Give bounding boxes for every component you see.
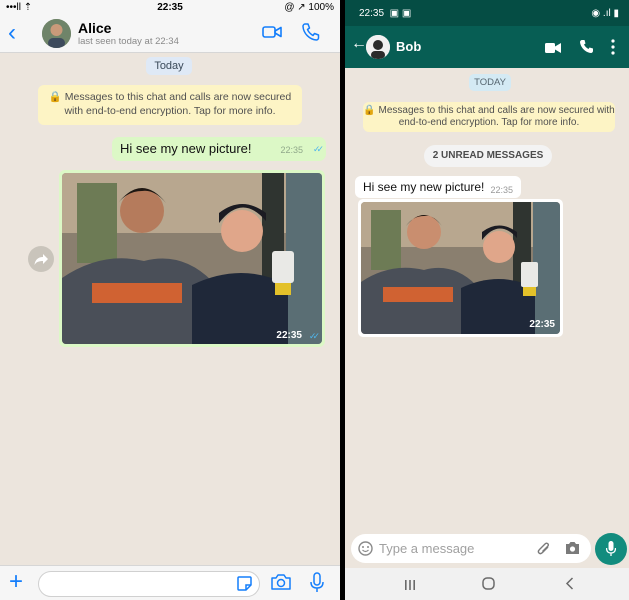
- photo[interactable]: 22:35: [361, 202, 560, 334]
- recents-icon[interactable]: [404, 578, 416, 596]
- last-seen-status: last seen today at 22:34: [78, 36, 179, 47]
- read-ticks-icon: ✓✓: [312, 144, 324, 154]
- camera-icon[interactable]: [270, 573, 292, 596]
- sticker-icon[interactable]: [236, 575, 253, 597]
- input-placeholder: Type a message: [379, 541, 475, 556]
- encryption-notice[interactable]: 🔒 Messages to this chat and calls are no…: [363, 102, 615, 132]
- more-options-icon[interactable]: [611, 39, 615, 60]
- voice-record-button[interactable]: [595, 533, 627, 565]
- contact-name[interactable]: Bob: [396, 39, 421, 54]
- back-button[interactable]: ←: [351, 35, 367, 53]
- encryption-notice[interactable]: 🔒 Messages to this chat and calls are no…: [38, 85, 302, 125]
- android-navigation-bar: [345, 568, 629, 600]
- message-input[interactable]: Type a message: [351, 534, 591, 563]
- message-text: Hi see my new picture!: [363, 180, 485, 194]
- android-phone: 22:35 ▣ ▣ ◉ .ıl ▮ ← Bob TODAY 🔒 Messages…: [345, 0, 629, 600]
- image-time: 22:35: [276, 330, 302, 341]
- chat-header: ‹ Alice last seen today at 22:34: [0, 15, 340, 53]
- message-time: 22:35: [280, 145, 303, 155]
- compose-bar: Type a message: [345, 528, 629, 568]
- chat-area[interactable]: TODAY 🔒 Messages to this chat and calls …: [345, 68, 629, 528]
- emoji-icon[interactable]: [358, 541, 373, 561]
- photo-image: [361, 202, 560, 334]
- photo-image: [62, 173, 322, 344]
- battery-indicator: @ ↗ 100%: [284, 2, 334, 13]
- status-icons: ◉ .ıl ▮: [591, 8, 619, 19]
- ios-phone: •••ll ⇡ 22:35 @ ↗ 100% ‹ Alice last seen…: [0, 0, 340, 600]
- video-call-icon[interactable]: [545, 41, 561, 59]
- phone-call-icon[interactable]: [579, 39, 594, 59]
- avatar[interactable]: [366, 35, 390, 59]
- unread-messages-badge: 2 UNREAD MESSAGES: [424, 145, 552, 167]
- incoming-message[interactable]: Hi see my new picture! 22:35: [355, 176, 521, 198]
- microphone-icon[interactable]: [309, 572, 325, 599]
- input-bar: +: [0, 565, 340, 600]
- photo[interactable]: 22:35 ✓✓: [62, 173, 322, 344]
- chat-area[interactable]: Today 🔒 Messages to this chat and calls …: [0, 53, 340, 565]
- outgoing-message[interactable]: Hi see my new picture! 22:35 ✓✓: [112, 137, 326, 161]
- message-time: 22:35: [490, 185, 513, 195]
- video-call-icon[interactable]: [262, 24, 282, 40]
- message-text: Hi see my new picture!: [120, 141, 252, 156]
- ios-status-bar: •••ll ⇡ 22:35 @ ↗ 100%: [0, 0, 340, 15]
- outgoing-image-message[interactable]: 22:35 ✓✓: [59, 170, 325, 347]
- incoming-image-message[interactable]: 22:35: [358, 199, 563, 337]
- microphone-icon: [605, 541, 617, 562]
- forward-button[interactable]: [28, 246, 54, 272]
- attach-icon[interactable]: [537, 541, 551, 561]
- chat-header: ← Bob: [345, 26, 629, 68]
- back-nav-icon[interactable]: [565, 577, 574, 595]
- read-ticks-icon: ✓✓: [308, 331, 320, 341]
- contact-name[interactable]: Alice: [78, 20, 111, 36]
- back-button[interactable]: ‹: [8, 21, 16, 45]
- camera-icon[interactable]: [565, 541, 580, 560]
- date-badge: Today: [146, 57, 192, 75]
- message-input[interactable]: [38, 571, 260, 597]
- attach-plus-button[interactable]: +: [9, 569, 23, 595]
- status-time: 22:35 ▣ ▣: [359, 8, 412, 19]
- notification-icons: ▣ ▣: [389, 8, 412, 19]
- phone-call-icon[interactable]: [301, 22, 321, 42]
- date-badge: TODAY: [469, 74, 511, 91]
- image-time: 22:35: [529, 319, 555, 330]
- avatar[interactable]: [42, 19, 71, 48]
- android-status-bar: 22:35 ▣ ▣ ◉ .ıl ▮: [345, 0, 629, 26]
- home-icon[interactable]: [482, 577, 495, 595]
